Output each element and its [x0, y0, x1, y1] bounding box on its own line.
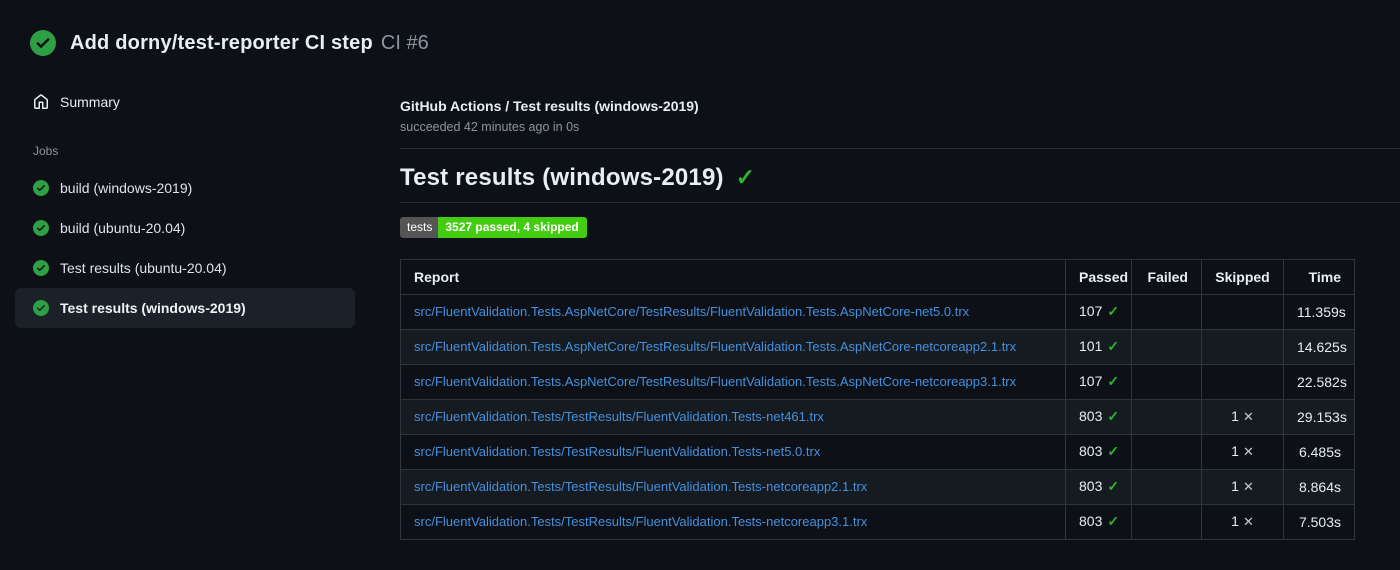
- passed-count: 803: [1079, 478, 1103, 494]
- run-header: Add dorny/test-reporter CI step CI #6: [0, 0, 1400, 56]
- check-icon: ✓: [735, 164, 756, 190]
- check-icon: ✓: [1107, 408, 1120, 424]
- check-run-title: GitHub Actions / Test results (windows-2…: [400, 98, 699, 114]
- time-value: 8.864s: [1298, 479, 1341, 495]
- badge-label: tests: [400, 217, 439, 238]
- passed-count: 803: [1079, 408, 1103, 424]
- skipped-count: 1: [1231, 513, 1239, 529]
- column-header-report: Report: [400, 259, 1066, 295]
- run-title: Add dorny/test-reporter CI step: [70, 31, 373, 54]
- home-icon: [33, 94, 49, 110]
- job-label: build (windows-2019): [60, 180, 193, 196]
- job-label: Test results (windows-2019): [60, 300, 246, 316]
- check-icon: ✓: [1107, 303, 1120, 319]
- column-header-passed: Passed: [1065, 259, 1132, 295]
- sidebar-jobs: build (windows-2019) build (ubuntu-20.04…: [15, 168, 355, 328]
- sidebar-item-summary[interactable]: Summary: [15, 86, 355, 118]
- divider: [400, 148, 1400, 149]
- check-circle-icon: [33, 300, 49, 316]
- check-icon: ✓: [1107, 478, 1120, 494]
- sidebar-job-item[interactable]: build (ubuntu-20.04): [15, 208, 355, 248]
- job-label: Test results (ubuntu-20.04): [60, 260, 227, 276]
- sidebar-job-item[interactable]: Test results (ubuntu-20.04): [15, 248, 355, 288]
- time-value: 11.359s: [1297, 304, 1346, 320]
- check-icon: ✓: [1107, 443, 1120, 459]
- report-link[interactable]: src/FluentValidation.Tests/TestResults/F…: [414, 514, 867, 529]
- column-header-time: Time: [1283, 259, 1355, 295]
- sidebar: Summary Jobs build (windows-2019) build …: [15, 86, 355, 328]
- passed-count: 803: [1079, 443, 1103, 459]
- report-link[interactable]: src/FluentValidation.Tests.AspNetCore/Te…: [414, 374, 1016, 389]
- check-icon: ✓: [1107, 373, 1120, 389]
- report-link[interactable]: src/FluentValidation.Tests.AspNetCore/Te…: [414, 339, 1016, 354]
- skipped-count: 1: [1231, 478, 1239, 494]
- passed-count: 107: [1079, 303, 1103, 319]
- job-label: build (ubuntu-20.04): [60, 220, 186, 236]
- table-row: src/FluentValidation.Tests.AspNetCore/Te…: [400, 364, 1355, 400]
- check-icon: ✓: [1107, 513, 1120, 529]
- column-header-failed: Failed: [1131, 259, 1202, 295]
- main-content: GitHub Actions / Test results (windows-2…: [400, 98, 1400, 540]
- table-row: src/FluentValidation.Tests/TestResults/F…: [400, 504, 1355, 540]
- check-circle-icon: [33, 220, 49, 236]
- passed-count: 101: [1079, 338, 1103, 354]
- sidebar-job-item[interactable]: Test results (windows-2019): [15, 288, 355, 328]
- time-value: 6.485s: [1298, 444, 1341, 460]
- column-header-skipped: Skipped: [1201, 259, 1284, 295]
- check-circle-icon: [33, 180, 49, 196]
- jobs-heading: Jobs: [33, 144, 59, 158]
- skipped-count: 1: [1231, 408, 1239, 424]
- tests-badge: tests 3527 passed, 4 skipped: [400, 217, 587, 238]
- report-heading-text: Test results (windows-2019): [400, 164, 724, 191]
- time-value: 29.153s: [1297, 409, 1347, 425]
- x-icon: ✕: [1242, 409, 1254, 424]
- time-value: 14.625s: [1297, 339, 1347, 355]
- check-circle-icon: [30, 30, 56, 56]
- report-link[interactable]: src/FluentValidation.Tests/TestResults/F…: [414, 444, 820, 459]
- x-icon: ✕: [1242, 444, 1254, 459]
- check-circle-icon: [33, 260, 49, 276]
- report-link[interactable]: src/FluentValidation.Tests.AspNetCore/Te…: [414, 304, 969, 319]
- table-row: src/FluentValidation.Tests/TestResults/F…: [400, 434, 1355, 470]
- badge-value: 3527 passed, 4 skipped: [438, 217, 587, 238]
- check-run-status: succeeded 42 minutes ago in 0s: [400, 120, 580, 134]
- x-icon: ✕: [1242, 514, 1254, 529]
- table-row: src/FluentValidation.Tests/TestResults/F…: [400, 469, 1355, 505]
- report-link[interactable]: src/FluentValidation.Tests/TestResults/F…: [414, 479, 867, 494]
- report-link[interactable]: src/FluentValidation.Tests/TestResults/F…: [414, 409, 824, 424]
- table-row: src/FluentValidation.Tests/TestResults/F…: [400, 399, 1355, 435]
- skipped-count: 1: [1231, 443, 1239, 459]
- results-table: Report Passed Failed Skipped Time src/Fl…: [400, 259, 1355, 540]
- check-icon: ✓: [1107, 338, 1120, 354]
- run-number: CI #6: [380, 31, 429, 54]
- results-table-body: src/FluentValidation.Tests.AspNetCore/Te…: [400, 294, 1355, 540]
- table-row: src/FluentValidation.Tests.AspNetCore/Te…: [400, 294, 1355, 330]
- x-icon: ✕: [1242, 479, 1254, 494]
- sidebar-job-item[interactable]: build (windows-2019): [15, 168, 355, 208]
- passed-count: 107: [1079, 373, 1103, 389]
- table-row: src/FluentValidation.Tests.AspNetCore/Te…: [400, 329, 1355, 365]
- time-value: 22.582s: [1297, 374, 1347, 390]
- table-header-row: Report Passed Failed Skipped Time: [400, 259, 1355, 295]
- passed-count: 803: [1079, 513, 1103, 529]
- summary-label: Summary: [60, 94, 120, 110]
- report-heading: Test results (windows-2019) ✓: [400, 164, 1400, 203]
- time-value: 7.503s: [1298, 514, 1341, 530]
